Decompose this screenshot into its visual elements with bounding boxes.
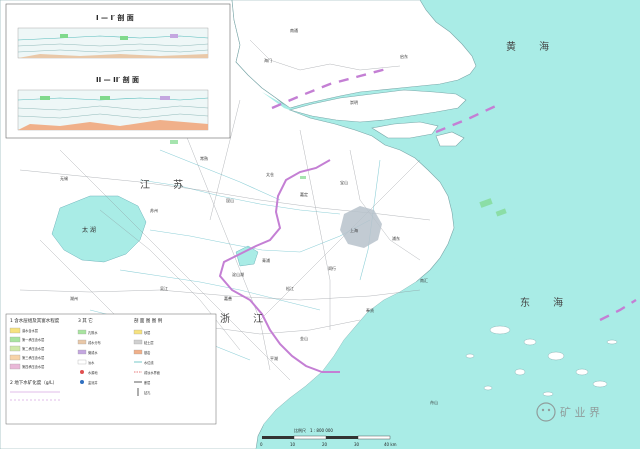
section1-profile bbox=[17, 27, 209, 59]
legend-item: 钻孔 bbox=[144, 390, 151, 395]
legend-item: 断层 bbox=[144, 380, 150, 385]
label-minhang: 闵行 bbox=[328, 265, 336, 271]
legend-item: 基岩 bbox=[144, 350, 151, 355]
label-qingpu: 青浦 bbox=[262, 257, 270, 263]
label-shanghai: 上海 bbox=[350, 227, 358, 233]
hydrogeology-map: 海门 启东 南通 崇明 太仓 昆山 苏州 嘉定 宝山 上海 浦东 青浦 松江 闵… bbox=[0, 0, 640, 450]
label-songjiang: 松江 bbox=[286, 285, 294, 291]
legend-item: 监测井 bbox=[88, 380, 98, 385]
label-jiashan: 嘉善 bbox=[224, 295, 232, 301]
cross-section-panel: I — I′ 剖 面 II — II′ 剖 面 bbox=[5, 3, 231, 139]
label-fengxian: 奉贤 bbox=[366, 307, 374, 313]
section1-title: I — I′ 剖 面 bbox=[96, 13, 134, 22]
section2-title: II — II′ 剖 面 bbox=[96, 75, 139, 84]
legend-item: 第三承压含水层 bbox=[22, 355, 44, 360]
legend-item: 微咸水 bbox=[88, 350, 98, 355]
label-jiading: 嘉定 bbox=[300, 191, 308, 197]
legend-item: 粘土层 bbox=[144, 340, 154, 345]
legend-col2-title: 3 其 它 bbox=[78, 317, 93, 324]
legend-item: 潜水含水层 bbox=[22, 328, 38, 333]
label-pinghu: 平湖 bbox=[270, 355, 278, 361]
scale-label: 比例尺 1 : 800 000 bbox=[294, 427, 333, 433]
label-wuxi: 无锡 bbox=[60, 175, 68, 181]
scale-tick: 20 bbox=[322, 442, 328, 447]
label-jinshan: 金山 bbox=[300, 335, 308, 341]
legend-item: 第一承压含水层 bbox=[22, 337, 44, 342]
scale-tick: 30 bbox=[354, 442, 360, 447]
label-kunshan: 昆山 bbox=[226, 197, 234, 203]
legend-item: 孔隙水 bbox=[88, 330, 98, 335]
label-haimen: 海门 bbox=[264, 57, 272, 63]
label-taicang: 太仓 bbox=[266, 171, 274, 177]
label-east-china-sea: 东 海 bbox=[520, 296, 573, 309]
label-nanhui: 南汇 bbox=[420, 277, 428, 283]
legend-item: 咸水分布 bbox=[88, 340, 101, 345]
label-baoshan: 宝山 bbox=[340, 179, 348, 185]
scale-tick: 10 bbox=[290, 442, 296, 447]
label-pudong: 浦东 bbox=[392, 235, 400, 241]
legend-panel: 1 含水层组及其富水程度 潜水含水层 第一承压含水层 第二承压含水层 第三承压含… bbox=[5, 313, 217, 425]
label-jiangsu: 江 苏 bbox=[140, 178, 193, 191]
label-yellow-sea: 黄 海 bbox=[506, 40, 559, 53]
map-canvas: 海门 启东 南通 崇明 太仓 昆山 苏州 嘉定 宝山 上海 浦东 青浦 松江 闵… bbox=[0, 0, 640, 450]
label-chongming: 崇明 bbox=[350, 99, 358, 105]
label-qidong: 启东 bbox=[400, 53, 408, 59]
label-nantong: 南通 bbox=[290, 27, 298, 33]
legend-col1-sub: 2 地下水矿化度（g/L） bbox=[10, 379, 57, 386]
label-changshu: 常熟 bbox=[200, 155, 208, 161]
label-suzhou: 苏州 bbox=[150, 207, 158, 213]
legend-item: 第二承压含水层 bbox=[22, 346, 44, 351]
legend-item: 淡水 bbox=[88, 360, 95, 365]
label-taihu: 太 湖 bbox=[82, 226, 96, 234]
label-zhejiang: 浙 江 bbox=[220, 313, 273, 325]
scale-tick: 40 km bbox=[384, 442, 397, 447]
section2-profile bbox=[17, 89, 209, 131]
legend-item: 水位线 bbox=[144, 360, 154, 365]
label-huzhou: 湖州 bbox=[70, 295, 78, 301]
watermark-text: 矿 业 界 bbox=[560, 406, 600, 419]
legend-col1-title: 1 含水层组及其富水程度 bbox=[10, 317, 60, 324]
label-zhoushan: 舟山 bbox=[430, 399, 438, 405]
label-dianshan: 淀山湖 bbox=[232, 271, 244, 277]
legend-item: 砂层 bbox=[144, 330, 150, 335]
legend-col3-title: 剖 面 图 图 例 bbox=[134, 317, 163, 324]
legend-item: 水源地 bbox=[88, 370, 98, 375]
legend-item: 第四承压含水层 bbox=[22, 364, 44, 369]
label-wujiang: 吴江 bbox=[160, 285, 168, 291]
legend-item: 咸淡水界面 bbox=[144, 370, 160, 375]
